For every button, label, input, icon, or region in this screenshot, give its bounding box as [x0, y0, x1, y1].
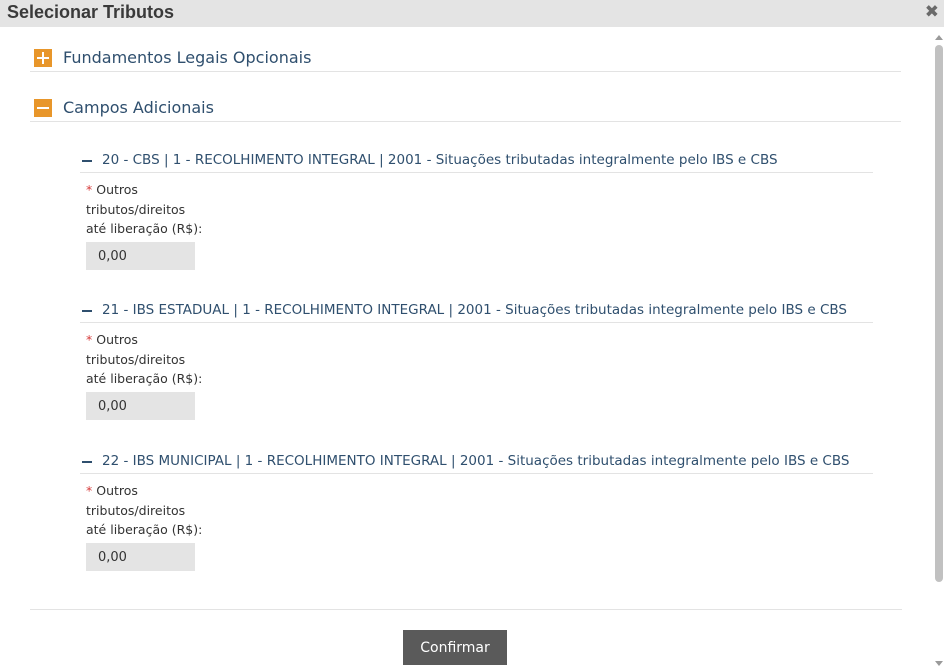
field-label-line: Outros — [96, 182, 138, 197]
section-fundamentos-legais[interactable]: Fundamentos Legais Opcionais — [30, 41, 901, 72]
scroll-up-arrow-icon[interactable] — [935, 35, 943, 40]
section-label: Fundamentos Legais Opcionais — [63, 48, 312, 67]
tax-group-header[interactable]: 20 - CBS | 1 - RECOLHIMENTO INTEGRAL | 2… — [80, 150, 873, 173]
field-label-line: Outros — [96, 483, 138, 498]
tax-group-header[interactable]: 22 - IBS MUNICIPAL | 1 - RECOLHIMENTO IN… — [80, 451, 873, 474]
field-label-line: tributos/direitos — [86, 502, 186, 518]
field-label-line: Outros — [96, 332, 138, 347]
field-label: * Outros tributos/direitos até liberação … — [86, 481, 206, 540]
field-label-line: até liberação (R$): — [86, 221, 203, 236]
tax-group-header[interactable]: 21 - IBS ESTADUAL | 1 - RECOLHIMENTO INT… — [80, 300, 873, 323]
field-label-line: até liberação (R$): — [86, 371, 203, 386]
close-icon[interactable]: ✖ — [925, 1, 939, 23]
tax-group-title: 22 - IBS MUNICIPAL | 1 - RECOLHIMENTO IN… — [102, 453, 850, 469]
footer-divider — [30, 609, 902, 610]
field-label: * Outros tributos/direitos até liberação … — [86, 180, 206, 239]
outros-tributos-input-ibs-estadual[interactable] — [86, 392, 195, 420]
tax-group-ibs-municipal: 22 - IBS MUNICIPAL | 1 - RECOLHIMENTO IN… — [80, 451, 873, 571]
outros-tributos-input-cbs[interactable] — [86, 242, 195, 270]
scrollbar-thumb[interactable] — [935, 45, 943, 582]
tax-group-title: 21 - IBS ESTADUAL | 1 - RECOLHIMENTO INT… — [102, 302, 847, 318]
minus-icon[interactable] — [34, 99, 52, 117]
confirm-button[interactable]: Confirmar — [403, 630, 507, 665]
field-label-line: tributos/direitos — [86, 351, 186, 367]
field-label-line: tributos/direitos — [86, 201, 186, 217]
section-label: Campos Adicionais — [63, 98, 214, 117]
collapse-icon[interactable] — [82, 310, 92, 312]
field-label: * Outros tributos/direitos até liberação … — [86, 330, 206, 389]
dialog-title: Selecionar Tributos — [7, 2, 175, 22]
required-marker: * — [86, 332, 93, 347]
required-marker: * — [86, 483, 93, 498]
dialog-titlebar: Selecionar Tributos ✖ — [0, 0, 944, 27]
section-campos-adicionais[interactable]: Campos Adicionais — [30, 91, 901, 122]
required-marker: * — [86, 182, 93, 197]
collapse-icon[interactable] — [82, 160, 92, 162]
tax-group-title: 20 - CBS | 1 - RECOLHIMENTO INTEGRAL | 2… — [102, 152, 778, 168]
collapse-icon[interactable] — [82, 461, 92, 463]
outros-tributos-input-ibs-municipal[interactable] — [86, 543, 195, 571]
field-label-line: até liberação (R$): — [86, 522, 203, 537]
dialog-body: Fundamentos Legais Opcionais Campos Adic… — [0, 27, 934, 669]
vertical-scrollbar[interactable] — [934, 27, 944, 669]
tax-group-ibs-estadual: 21 - IBS ESTADUAL | 1 - RECOLHIMENTO INT… — [80, 300, 873, 420]
tax-group-cbs: 20 - CBS | 1 - RECOLHIMENTO INTEGRAL | 2… — [80, 150, 873, 270]
plus-icon[interactable] — [34, 49, 52, 67]
scroll-down-arrow-icon[interactable] — [935, 661, 943, 666]
